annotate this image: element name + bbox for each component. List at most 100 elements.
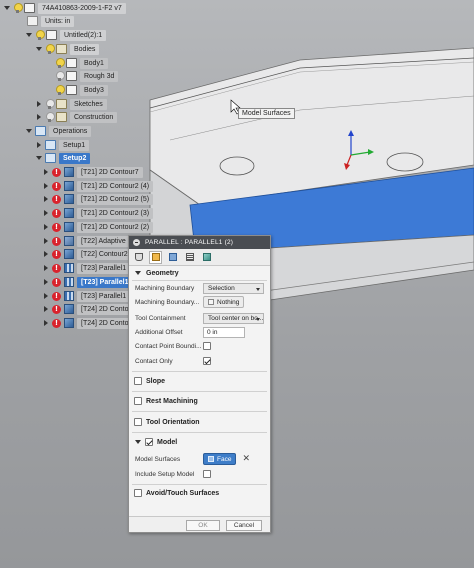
collapse-dialog-icon[interactable]: [133, 239, 140, 246]
tree-rough[interactable]: Rough 3d: [55, 70, 119, 82]
tab-tool[interactable]: [132, 251, 145, 264]
geometry-section-header[interactable]: Geometry: [134, 269, 179, 277]
visibility-bulb-icon[interactable]: [45, 43, 55, 55]
op-row-3[interactable]: ! [T21] 2D Contour2 (3): [42, 207, 154, 219]
collapse-triangle-icon[interactable]: [42, 209, 50, 217]
divider: [132, 484, 267, 485]
tab-heights[interactable]: [166, 251, 179, 264]
op-row-6[interactable]: ! [T22] Contour2: [42, 248, 132, 260]
contact-point-checkbox[interactable]: [203, 342, 211, 350]
collapse-triangle-icon[interactable]: [35, 141, 43, 149]
tree-setup2[interactable]: Setup2: [35, 152, 91, 164]
visibility-bulb-icon[interactable]: [35, 29, 45, 41]
dialog-title-bar[interactable]: PARALLEL : PARALLEL1 (2): [129, 236, 270, 249]
pointer-icon: [208, 456, 214, 462]
rest-machining-section-header[interactable]: Rest Machining: [134, 397, 198, 405]
include-setup-model-checkbox[interactable]: [203, 470, 211, 478]
collapse-triangle-icon[interactable]: [42, 250, 50, 258]
expand-triangle-icon[interactable]: [35, 45, 43, 53]
folder-icon: [56, 99, 67, 109]
avoid-touch-section-header[interactable]: Avoid/Touch Surfaces: [134, 489, 219, 497]
model-section-header[interactable]: Model: [134, 438, 177, 446]
additional-offset-input[interactable]: 0 in: [203, 326, 245, 338]
visibility-bulb-off-icon[interactable]: [45, 98, 55, 110]
op-row-7[interactable]: ! [T23] Parallel1: [42, 262, 131, 274]
error-icon: !: [52, 263, 61, 273]
op-row-11[interactable]: ! [T24] 2D Conto: [42, 317, 133, 329]
op-row-1[interactable]: ! [T21] 2D Contour2 (4): [42, 180, 154, 192]
tree-operations[interactable]: Operations: [25, 125, 92, 137]
machining-boundary-select[interactable]: Selection: [203, 282, 264, 294]
op-row-9[interactable]: ! [T23] Parallel1: [42, 290, 131, 302]
expand-triangle-icon[interactable]: [25, 31, 33, 39]
ok-button[interactable]: OK: [186, 520, 220, 531]
visibility-bulb-icon[interactable]: [55, 84, 65, 96]
tool-orientation-section-header[interactable]: Tool Orientation: [134, 418, 200, 426]
divider: [132, 280, 267, 281]
tree-bodies[interactable]: Bodies: [35, 43, 100, 55]
tree-root[interactable]: 74A410863-2009-1-F2 v7: [3, 2, 126, 14]
collapse-triangle-icon[interactable]: [42, 182, 50, 190]
rest-machining-checkbox[interactable]: [134, 397, 142, 405]
op-row-2[interactable]: ! [T21] 2D Contour2 (5): [42, 193, 154, 205]
section-expand-icon[interactable]: [134, 269, 142, 277]
model-checkbox[interactable]: [145, 438, 153, 446]
tab-geometry[interactable]: [149, 250, 162, 264]
cancel-button[interactable]: Cancel: [226, 520, 262, 531]
machining-boundary-selection-button[interactable]: Nothing: [203, 296, 245, 308]
tree-setup1[interactable]: Setup1: [35, 139, 90, 151]
op-row-4[interactable]: ! [T21] 2D Contour2 (2): [42, 221, 154, 233]
expand-triangle-icon[interactable]: [3, 4, 11, 12]
folder-icon: [56, 44, 67, 54]
section-expand-icon[interactable]: [134, 438, 142, 446]
tree-body1[interactable]: Body1: [55, 57, 108, 69]
op-row-10[interactable]: ! [T24] 2D Contour: [42, 303, 139, 315]
divider: [132, 391, 267, 392]
contact-only-checkbox[interactable]: [203, 357, 211, 365]
collapse-triangle-icon[interactable]: [42, 223, 50, 231]
collapse-triangle-icon[interactable]: [35, 100, 43, 108]
slope-section-header[interactable]: Slope: [134, 377, 165, 385]
collapse-triangle-icon[interactable]: [42, 237, 50, 245]
collapse-triangle-icon[interactable]: [42, 278, 50, 286]
linking-tab-icon: [202, 253, 211, 261]
tree-construction[interactable]: Construction: [35, 111, 118, 123]
tool-orientation-checkbox[interactable]: [134, 418, 142, 426]
contour-op-icon: [64, 181, 74, 191]
visibility-bulb-off-icon[interactable]: [45, 111, 55, 123]
tool-containment-select[interactable]: Tool center on bo...: [203, 312, 264, 324]
visibility-bulb-off-icon[interactable]: [55, 70, 65, 82]
slope-checkbox[interactable]: [134, 377, 142, 385]
collapse-triangle-icon[interactable]: [42, 195, 50, 203]
error-icon: !: [52, 181, 61, 191]
tree-untitled[interactable]: Untitled(2):1: [25, 29, 107, 41]
expand-triangle-icon[interactable]: [25, 127, 33, 135]
visibility-bulb-icon[interactable]: [55, 57, 65, 69]
tree-units[interactable]: Units: in: [27, 15, 75, 27]
collapse-triangle-icon[interactable]: [42, 292, 50, 300]
parallel-op-icon: [64, 277, 74, 287]
collapse-triangle-icon[interactable]: [42, 305, 50, 313]
clear-selection-icon[interactable]: ✕: [242, 454, 250, 464]
op-row-5[interactable]: ! [T22] Adaptive: [42, 235, 130, 247]
model-surfaces-selection-button[interactable]: Face: [203, 453, 237, 465]
collapse-triangle-icon[interactable]: [42, 168, 50, 176]
op-row-0[interactable]: ! [T21] 2D Contour7: [42, 166, 143, 178]
contour-op-icon: [64, 222, 74, 232]
contour-op-icon: [64, 208, 74, 218]
tab-linking[interactable]: [200, 251, 213, 264]
collapse-triangle-icon[interactable]: [42, 319, 50, 327]
tree-body3[interactable]: Body3: [55, 84, 108, 96]
contact-only-row: Contact Only: [135, 355, 266, 367]
expand-triangle-icon[interactable]: [35, 154, 43, 162]
contact-point-row: Contact Point Boundi...: [135, 340, 266, 352]
tree-sketches[interactable]: Sketches: [35, 98, 107, 110]
tool-tab-icon: [134, 253, 143, 261]
heights-tab-icon: [168, 253, 177, 261]
visibility-bulb-icon[interactable]: [13, 2, 23, 14]
tab-passes[interactable]: [183, 251, 196, 264]
collapse-triangle-icon[interactable]: [35, 113, 43, 121]
collapse-triangle-icon[interactable]: [42, 264, 50, 272]
component-icon: [46, 30, 57, 40]
avoid-touch-checkbox[interactable]: [134, 489, 142, 497]
